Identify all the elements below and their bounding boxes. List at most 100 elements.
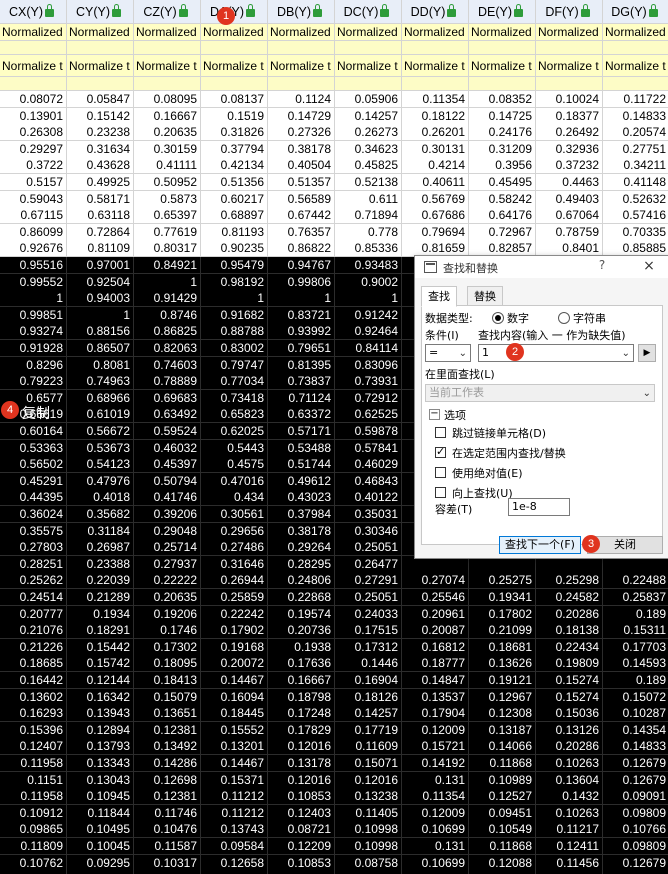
data-cell[interactable]: 0.12381 — [134, 721, 201, 739]
data-cell[interactable]: 0.56769 — [402, 190, 469, 208]
data-cell[interactable]: 0.93992 — [268, 323, 335, 341]
column-header[interactable]: CY(Y) — [67, 0, 134, 24]
data-cell[interactable]: 0.08095 — [134, 91, 201, 108]
data-cell[interactable]: 0.10699 — [402, 821, 469, 839]
sparkline-cell[interactable] — [335, 77, 402, 91]
data-cell[interactable]: 0.37232 — [536, 157, 603, 175]
data-cell[interactable]: 0.15071 — [335, 755, 402, 772]
data-cell[interactable]: 0.37984 — [268, 506, 335, 523]
data-cell[interactable]: 0.11868 — [469, 755, 536, 772]
data-cell[interactable]: 0.12016 — [335, 771, 402, 789]
data-cell[interactable]: 1 — [335, 290, 402, 308]
data-cell[interactable]: 0.38178 — [268, 140, 335, 158]
data-cell[interactable]: 0.12679 — [603, 771, 668, 789]
data-cell[interactable]: 0.15396 — [0, 721, 67, 739]
data-cell[interactable]: 0.08352 — [469, 91, 536, 108]
data-cell[interactable]: 0.22434 — [536, 638, 603, 656]
data-cell[interactable]: 0.51357 — [268, 174, 335, 191]
data-cell[interactable]: 0.20286 — [536, 605, 603, 623]
comment-cell[interactable]: Normalize t — [335, 55, 402, 77]
data-cell[interactable]: 0.62525 — [335, 406, 402, 424]
data-cell[interactable]: 0.31826 — [201, 124, 268, 142]
data-cell[interactable]: 0.12009 — [402, 804, 469, 822]
data-cell[interactable]: 0.189 — [603, 672, 668, 689]
tab-find[interactable]: 查找 — [421, 286, 457, 307]
data-cell[interactable]: 0.17902 — [201, 622, 268, 640]
data-cell[interactable]: 0.86822 — [268, 240, 335, 258]
data-cell[interactable]: 0.434 — [201, 489, 268, 507]
data-cell[interactable]: 0.56502 — [0, 456, 67, 474]
data-cell[interactable]: 0.85336 — [335, 240, 402, 258]
data-cell[interactable]: 0.25837 — [603, 589, 668, 606]
data-cell[interactable]: 0.19168 — [201, 638, 268, 656]
comment-cell[interactable]: Normalize t — [536, 55, 603, 77]
data-cell[interactable]: 0.1446 — [335, 655, 402, 673]
data-cell[interactable]: 0.34623 — [335, 140, 402, 158]
data-cell[interactable]: 0.14847 — [402, 672, 469, 689]
sparkline-cell[interactable] — [201, 77, 268, 91]
data-cell[interactable]: 0.15274 — [536, 688, 603, 706]
data-cell[interactable]: 0.18122 — [402, 107, 469, 125]
data-cell[interactable]: 0.27937 — [134, 555, 201, 573]
data-cell[interactable]: 0.25051 — [335, 589, 402, 606]
tab-replace[interactable]: 替换 — [467, 286, 503, 307]
data-cell[interactable]: 0.4018 — [67, 489, 134, 507]
column-header[interactable]: DC(Y) — [335, 0, 402, 24]
data-cell[interactable]: 0.58171 — [67, 190, 134, 208]
search-in-select[interactable]: 当前工作表 ⌄ — [425, 384, 655, 402]
close-icon[interactable]: × — [641, 258, 657, 274]
data-cell[interactable]: 0.27326 — [268, 124, 335, 142]
data-cell[interactable]: 0.18126 — [335, 688, 402, 706]
data-cell[interactable]: 0.3722 — [0, 157, 67, 175]
data-cell[interactable]: 0.27751 — [603, 140, 668, 158]
sparkline-cell[interactable] — [134, 77, 201, 91]
data-cell[interactable]: 0.611 — [335, 190, 402, 208]
long-name-cell[interactable]: Normalized — [201, 24, 268, 41]
data-cell[interactable]: 0.18377 — [536, 107, 603, 125]
data-cell[interactable]: 0.14725 — [469, 107, 536, 125]
data-cell[interactable]: 0.09809 — [603, 804, 668, 822]
long-name-cell[interactable]: Normalized — [603, 24, 668, 41]
tolerance-input[interactable]: 1e-8 — [508, 498, 570, 516]
data-cell[interactable]: 0.19206 — [134, 605, 201, 623]
data-cell[interactable]: 0.77034 — [201, 373, 268, 391]
data-cell[interactable]: 0.79651 — [268, 340, 335, 357]
data-cell[interactable]: 0.69683 — [134, 389, 201, 407]
data-cell[interactable]: 0.09295 — [67, 854, 134, 872]
data-cell[interactable]: 0.18798 — [268, 688, 335, 706]
data-cell[interactable]: 0.30346 — [335, 522, 402, 540]
data-cell[interactable]: 0.47976 — [67, 472, 134, 490]
data-cell[interactable]: 0.10989 — [469, 771, 536, 789]
long-name-cell[interactable]: Normalized — [67, 24, 134, 41]
data-cell[interactable]: 0.29048 — [134, 522, 201, 540]
data-cell[interactable]: 0.72912 — [335, 389, 402, 407]
option-checkbox[interactable] — [435, 445, 446, 458]
data-cell[interactable]: 0.92676 — [0, 240, 67, 258]
data-cell[interactable]: 0.13626 — [469, 655, 536, 673]
data-cell[interactable]: 0.24514 — [0, 589, 67, 606]
data-cell[interactable]: 0.11217 — [536, 821, 603, 839]
data-cell[interactable]: 0.11958 — [0, 755, 67, 772]
data-cell[interactable]: 0.21099 — [469, 622, 536, 640]
data-cell[interactable]: 0.12967 — [469, 688, 536, 706]
data-cell[interactable]: 0.72864 — [67, 223, 134, 241]
units-cell[interactable] — [67, 41, 134, 55]
data-cell[interactable]: 0.94767 — [268, 257, 335, 274]
data-cell[interactable]: 0.43628 — [67, 157, 134, 175]
data-cell[interactable]: 0.86507 — [67, 340, 134, 357]
collapse-icon[interactable]: − — [429, 409, 440, 420]
data-cell[interactable]: 0.16293 — [0, 705, 67, 723]
data-cell[interactable]: 0.20736 — [268, 622, 335, 640]
data-cell[interactable]: 0.91429 — [134, 290, 201, 308]
data-cell[interactable]: 0.10853 — [268, 788, 335, 806]
data-cell[interactable]: 0.22222 — [134, 572, 201, 590]
data-cell[interactable]: 0.17829 — [268, 721, 335, 739]
data-cell[interactable]: 0.15142 — [67, 107, 134, 125]
data-cell[interactable]: 0.41148 — [603, 174, 668, 191]
data-cell[interactable]: 0.26987 — [67, 539, 134, 557]
data-cell[interactable]: 0.13178 — [268, 755, 335, 772]
long-name-cell[interactable]: Normalized — [0, 24, 67, 41]
data-cell[interactable]: 1 — [134, 273, 201, 291]
data-cell[interactable]: 0.08137 — [201, 91, 268, 108]
data-cell[interactable]: 0.91682 — [201, 306, 268, 324]
